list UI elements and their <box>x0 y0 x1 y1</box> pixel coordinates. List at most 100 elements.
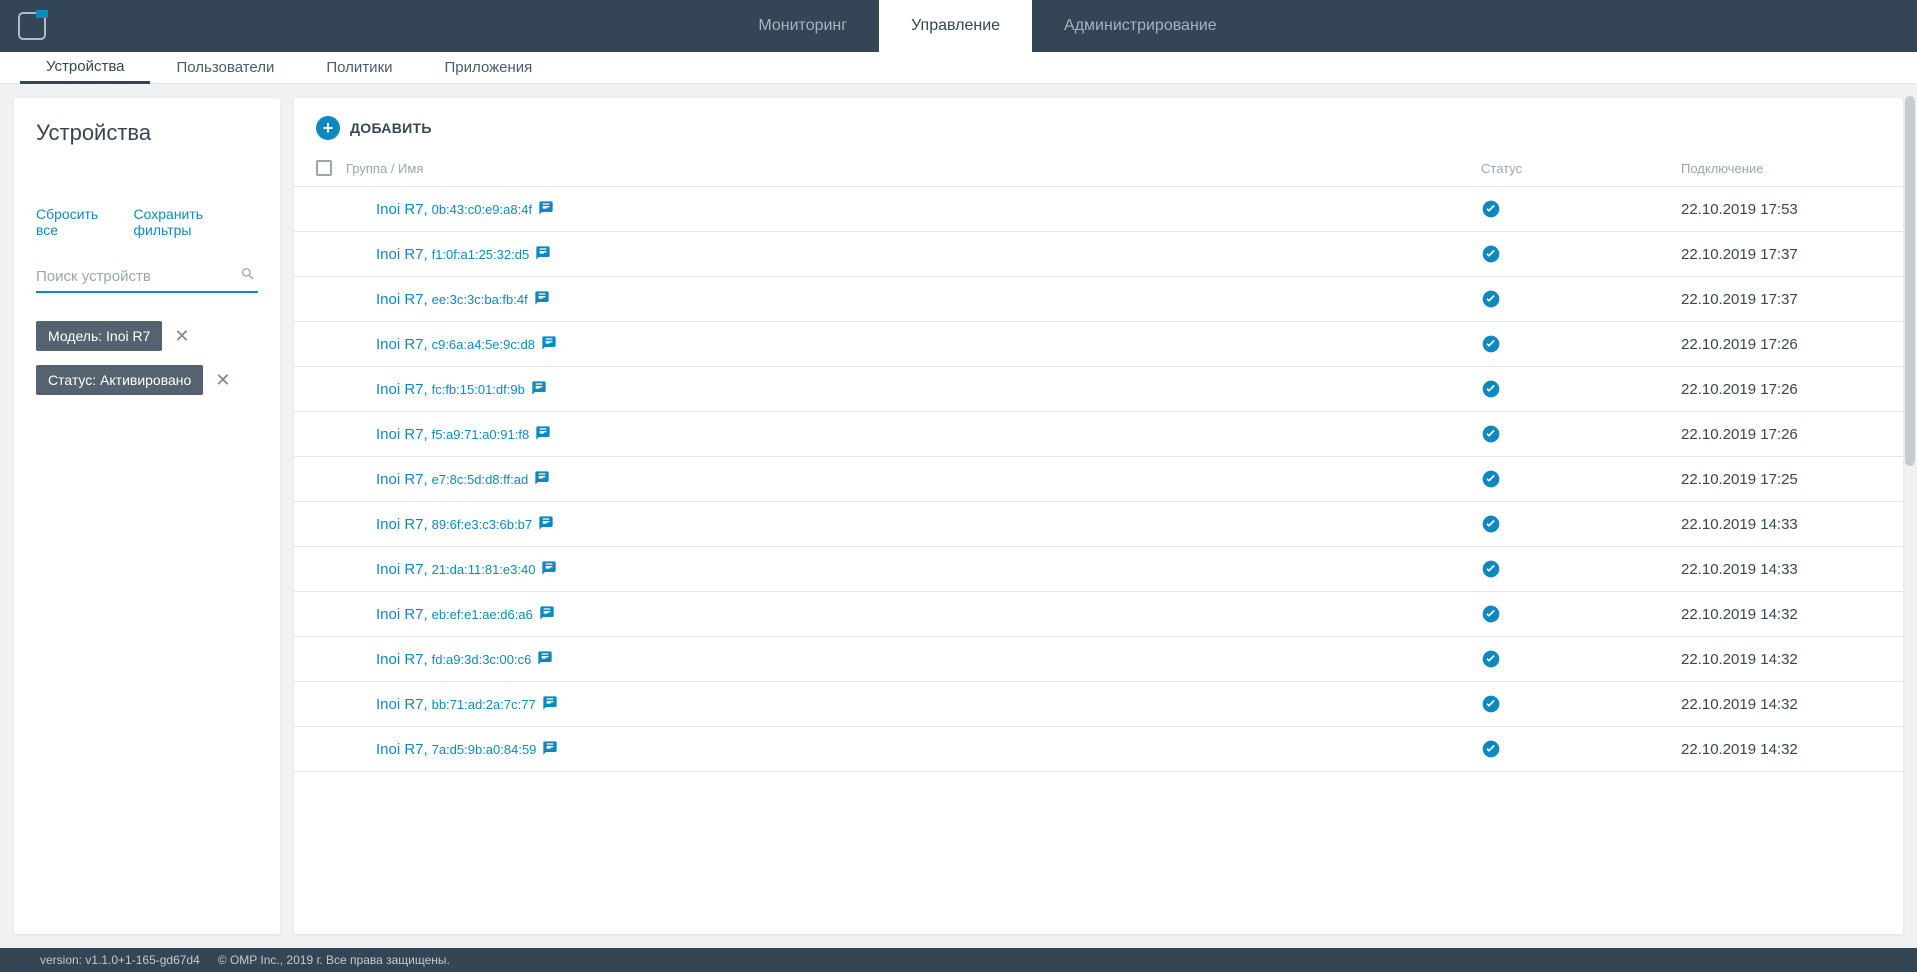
row-name: Inoi R7, fc:fb:15:01:df:9b <box>346 380 1481 399</box>
connection-time: 22.10.2019 17:37 <box>1681 246 1881 263</box>
row-name: Inoi R7, eb:ef:e1:ae:d6:a6 <box>346 605 1481 624</box>
select-all-checkbox[interactable] <box>316 160 332 176</box>
subnav-item-0[interactable]: Устройства <box>20 52 150 84</box>
table-row[interactable]: Inoi R7, bb:71:ad:2a:7c:7722.10.2019 14:… <box>294 682 1903 727</box>
row-name: Inoi R7, 21:da:11:81:e3:40 <box>346 560 1481 579</box>
status-ok-icon <box>1481 289 1681 309</box>
table-row[interactable]: Inoi R7, 7a:d5:9b:a0:84:5922.10.2019 14:… <box>294 727 1903 772</box>
add-label: ДОБАВИТЬ <box>350 120 432 136</box>
col-header-connection[interactable]: Подключение <box>1681 161 1881 176</box>
table-row[interactable]: Inoi R7, 21:da:11:81:e3:40 22.10.2019 14:… <box>294 547 1903 592</box>
table-row[interactable]: Inoi R7, fd:a9:3d:3c:00:c6 22.10.2019 14:… <box>294 637 1903 682</box>
search-icon <box>240 266 256 282</box>
status-ok-icon <box>1481 469 1681 489</box>
status-ok-icon <box>1481 199 1681 219</box>
connection-time: 22.10.2019 14:32 <box>1681 651 1881 668</box>
status-ok-icon <box>1481 424 1681 444</box>
row-name: Inoi R7, f5:a9:71:a0:91:f8 <box>346 425 1481 444</box>
comment-icon[interactable] <box>531 380 547 399</box>
comment-icon[interactable] <box>534 290 550 309</box>
connection-time: 22.10.2019 17:25 <box>1681 471 1881 488</box>
sub-nav: УстройстваПользователиПолитикиПриложения <box>0 52 1917 84</box>
device-link[interactable]: Inoi R7, 21:da:11:81:e3:40 <box>376 561 535 578</box>
close-icon[interactable]: ✕ <box>215 371 230 389</box>
device-link[interactable]: Inoi R7, ee:3c:3c:ba:fb:4f <box>376 291 528 308</box>
col-header-status[interactable]: Статус <box>1481 161 1681 176</box>
col-header-name[interactable]: Группа / Имя <box>346 161 1481 176</box>
topnav-item-2[interactable]: Администрирование <box>1032 0 1249 52</box>
subnav-item-3[interactable]: Приложения <box>419 52 559 84</box>
footer: version: v1.1.0+1-165-gd67d4 © OMP Inc.,… <box>0 948 1917 972</box>
table-row[interactable]: Inoi R7, f1:0f:a1:25:32:d5 22.10.2019 17:… <box>294 232 1903 277</box>
main-area: Устройства Сбросить все Сохранить фильтр… <box>0 84 1917 948</box>
row-name: Inoi R7, bb:71:ad:2a:7c:77 <box>346 695 1481 714</box>
comment-icon[interactable] <box>541 560 557 579</box>
filter-chip-1: Статус: Активировано ✕ <box>36 365 258 395</box>
table-row[interactable]: Inoi R7, 0b:43:c0:e9:a8:4f22.10.2019 17:… <box>294 187 1903 232</box>
search-box <box>36 262 258 293</box>
comment-icon[interactable] <box>535 245 551 264</box>
status-ok-icon <box>1481 559 1681 579</box>
comment-icon[interactable] <box>538 200 554 219</box>
filter-chips: Модель: Inoi R7 ✕ Статус: Активировано ✕ <box>36 321 258 395</box>
content-header: + ДОБАВИТЬ <box>294 98 1903 150</box>
close-icon[interactable]: ✕ <box>174 327 189 345</box>
footer-version: version: v1.1.0+1-165-gd67d4 <box>40 953 200 967</box>
comment-icon[interactable] <box>542 740 558 759</box>
comment-icon[interactable] <box>535 425 551 444</box>
comment-icon[interactable] <box>541 335 557 354</box>
chip-label: Модель: Inoi R7 <box>36 321 162 351</box>
comment-icon[interactable] <box>537 650 553 669</box>
row-name: Inoi R7, 7a:d5:9b:a0:84:59 <box>346 740 1481 759</box>
footer-copyright: © OMP Inc., 2019 г. Все права защищены. <box>218 953 450 967</box>
status-ok-icon <box>1481 649 1681 669</box>
app-logo[interactable] <box>6 12 58 40</box>
device-link[interactable]: Inoi R7, 89:6f:e3:c3:6b:b7 <box>376 516 532 533</box>
status-ok-icon <box>1481 694 1681 714</box>
subnav-item-2[interactable]: Политики <box>300 52 418 84</box>
table-row[interactable]: Inoi R7, e7:8c:5d:d8:ff:ad 22.10.2019 17:… <box>294 457 1903 502</box>
comment-icon[interactable] <box>534 470 550 489</box>
top-nav: МониторингУправлениеАдминистрирование <box>58 0 1917 52</box>
device-link[interactable]: Inoi R7, 7a:d5:9b:a0:84:59 <box>376 741 536 758</box>
table-row[interactable]: Inoi R7, eb:ef:e1:ae:d6:a622.10.2019 14:… <box>294 592 1903 637</box>
subnav-item-1[interactable]: Пользователи <box>150 52 300 84</box>
add-button[interactable]: + ДОБАВИТЬ <box>316 116 432 140</box>
device-link[interactable]: Inoi R7, bb:71:ad:2a:7c:77 <box>376 696 536 713</box>
status-ok-icon <box>1481 739 1681 759</box>
comment-icon[interactable] <box>539 605 555 624</box>
topnav-item-0[interactable]: Мониторинг <box>726 0 879 52</box>
connection-time: 22.10.2019 17:26 <box>1681 381 1881 398</box>
comment-icon[interactable] <box>538 515 554 534</box>
sidebar-title: Устройства <box>36 120 258 146</box>
filter-chip-0: Модель: Inoi R7 ✕ <box>36 321 258 351</box>
table-row[interactable]: Inoi R7, 89:6f:e3:c3:6b:b722.10.2019 14:… <box>294 502 1903 547</box>
device-link[interactable]: Inoi R7, fd:a9:3d:3c:00:c6 <box>376 651 531 668</box>
device-link[interactable]: Inoi R7, e7:8c:5d:d8:ff:ad <box>376 471 528 488</box>
save-filters-link[interactable]: Сохранить фильтры <box>134 206 258 238</box>
topnav-item-1[interactable]: Управление <box>879 0 1032 52</box>
connection-time: 22.10.2019 17:26 <box>1681 426 1881 443</box>
content-panel: + ДОБАВИТЬ Группа / Имя Статус Подключен… <box>294 98 1903 934</box>
device-link[interactable]: Inoi R7, c9:6a:a4:5e:9c:d8 <box>376 336 535 353</box>
device-link[interactable]: Inoi R7, eb:ef:e1:ae:d6:a6 <box>376 606 533 623</box>
table-row[interactable]: Inoi R7, c9:6a:a4:5e:9c:d822.10.2019 17:… <box>294 322 1903 367</box>
device-link[interactable]: Inoi R7, 0b:43:c0:e9:a8:4f <box>376 201 532 218</box>
table-row[interactable]: Inoi R7, ee:3c:3c:ba:fb:4f22.10.2019 17:… <box>294 277 1903 322</box>
table-body: Inoi R7, 0b:43:c0:e9:a8:4f 22.10.2019 17:… <box>294 187 1903 934</box>
reset-filters-link[interactable]: Сбросить все <box>36 206 120 238</box>
connection-time: 22.10.2019 14:33 <box>1681 561 1881 578</box>
row-name: Inoi R7, ee:3c:3c:ba:fb:4f <box>346 290 1481 309</box>
device-link[interactable]: Inoi R7, fc:fb:15:01:df:9b <box>376 381 525 398</box>
device-link[interactable]: Inoi R7, f5:a9:71:a0:91:f8 <box>376 426 529 443</box>
row-name: Inoi R7, f1:0f:a1:25:32:d5 <box>346 245 1481 264</box>
plus-icon: + <box>316 116 340 140</box>
filter-sidebar: Устройства Сбросить все Сохранить фильтр… <box>14 98 280 934</box>
table-row[interactable]: Inoi R7, f5:a9:71:a0:91:f8 22.10.2019 17:… <box>294 412 1903 457</box>
comment-icon[interactable] <box>542 695 558 714</box>
chip-label: Статус: Активировано <box>36 365 203 395</box>
scrollbar[interactable] <box>1905 96 1915 466</box>
search-input[interactable] <box>36 262 258 293</box>
table-row[interactable]: Inoi R7, fc:fb:15:01:df:9b 22.10.2019 17:… <box>294 367 1903 412</box>
device-link[interactable]: Inoi R7, f1:0f:a1:25:32:d5 <box>376 246 529 263</box>
